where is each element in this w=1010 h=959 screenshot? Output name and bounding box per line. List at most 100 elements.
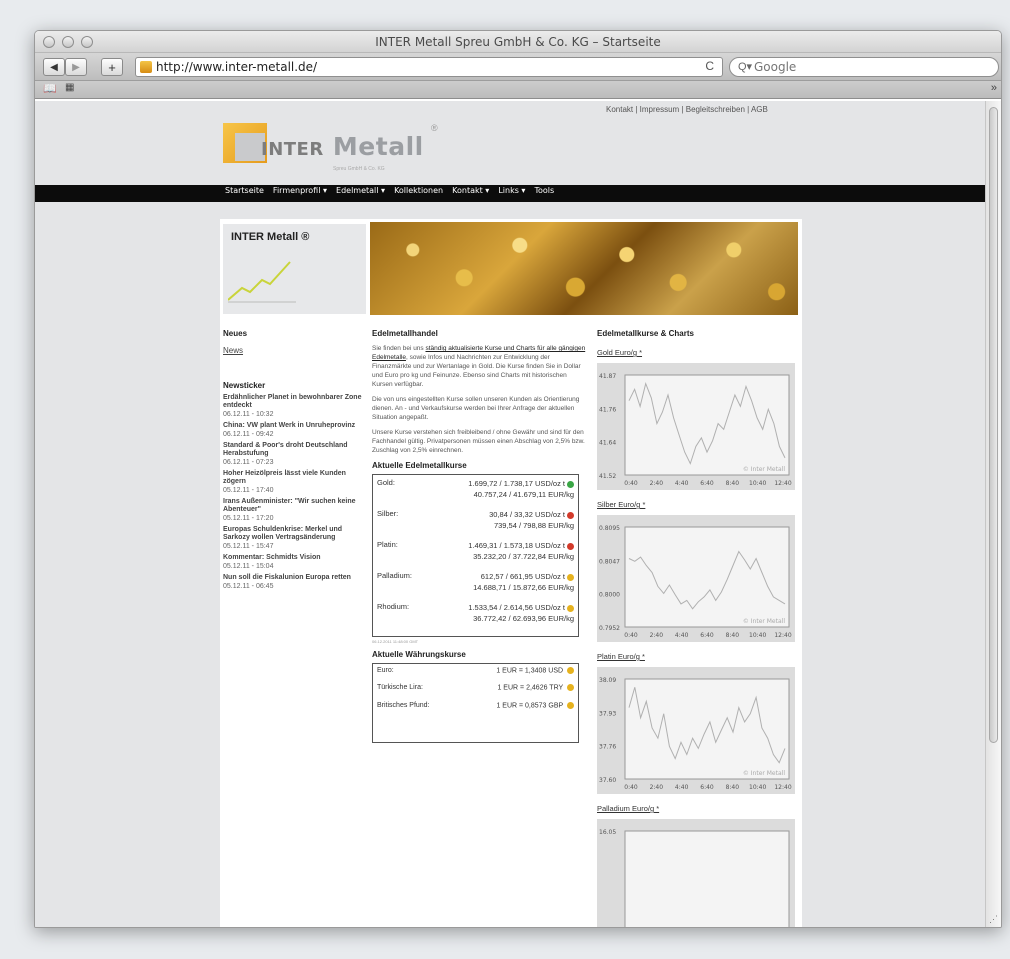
y-tick-label: 0.7952 xyxy=(599,625,620,632)
search-box[interactable]: Q▾ xyxy=(729,57,999,77)
currency-rate: 1 EUR = 2,4626 TRY xyxy=(497,684,564,692)
metal-values: 1.469,31 / 1.573,18 USD/oz t 35.232,20 / … xyxy=(415,540,574,562)
nav-kontakt[interactable]: Kontakt ▾ xyxy=(452,186,489,195)
x-tick-label: 12:40 xyxy=(774,480,791,487)
charts-heading: Edelmetallkurse & Charts xyxy=(597,329,694,338)
prices-heading: Aktuelle Edelmetallkurse xyxy=(372,461,467,470)
charts-list: Gold Euro/g * 41.87 41.76 41.64 41.52 0:40 2:4… xyxy=(597,348,797,927)
x-tick-label: 0:40 xyxy=(624,480,638,487)
price-usd: 30,84 / 33,32 USD/oz t xyxy=(489,510,565,519)
currency-label: Britisches Pfund: xyxy=(377,701,430,709)
nav-tools[interactable]: Tools xyxy=(534,186,554,195)
chart-svg: 38.09 37.93 37.76 37.60 0:40 2:40 4:40 6:40 8:40… xyxy=(599,677,792,791)
news-item-date: 06.12.11 - 10:32 xyxy=(223,411,274,418)
chart-title-link[interactable]: Silber Euro/g * xyxy=(597,500,797,509)
news-item-title[interactable]: Irans Außenminister: "Wir suchen keine A… xyxy=(223,498,363,514)
forward-button[interactable]: ▶ xyxy=(65,58,87,76)
back-button[interactable]: ◀ xyxy=(43,58,65,76)
currency-row: Türkische Lira: 1 EUR = 2,4626 TRY xyxy=(377,684,574,692)
x-tick-label: 10:40 xyxy=(749,480,766,487)
chart-watermark: © Inter Metall xyxy=(743,466,785,473)
metal-label: Silber: xyxy=(377,509,399,518)
top-links[interactable]: Kontakt | Impressum | Begleitschreiben |… xyxy=(606,105,796,115)
news-item-title[interactable]: Hoher Heizölpreis lässt viele Kunden zög… xyxy=(223,470,363,486)
nav-firmenprofil-label: Firmenprofil xyxy=(272,186,321,195)
page-scrollbar[interactable]: ⋰ xyxy=(985,101,1001,927)
logo-text-second: Metall xyxy=(332,132,424,161)
y-tick-label: 0.8000 xyxy=(599,592,620,599)
metal-values: 1.533,54 / 2.614,56 USD/oz t 36.772,42 / … xyxy=(415,602,574,624)
news-item-title[interactable]: Kommentar: Schmidts Vision xyxy=(223,554,363,562)
x-tick-label: 6:40 xyxy=(700,784,714,791)
trend-yellow-icon xyxy=(567,701,574,709)
metal-label: Platin: xyxy=(377,540,398,549)
chart-title-link[interactable]: Palladium Euro/g * xyxy=(597,804,797,813)
trend-yellow-icon xyxy=(567,667,574,674)
bookmarks-book-icon[interactable]: 📖 xyxy=(43,82,57,95)
news-item-title[interactable]: Europas Schuldenkrise: Merkel und Sarkoz… xyxy=(223,526,363,542)
nav-links-label: Links xyxy=(498,186,519,195)
news-item-title[interactable]: Nun soll die Fiskalunion Europa retten xyxy=(223,574,363,582)
y-tick-label: 16.05 xyxy=(599,829,616,836)
chart-watermark: © Inter Metall xyxy=(743,618,785,625)
trend-yellow-icon xyxy=(567,604,574,612)
x-tick-label: 4:40 xyxy=(675,632,689,639)
nav-kollektionen[interactable]: Kollektionen xyxy=(394,186,443,195)
metal-label: Gold: xyxy=(377,478,395,487)
price-chart: 41.87 41.76 41.64 41.52 0:40 2:40 4:40 6:40 8:40… xyxy=(597,363,795,490)
y-tick-label: 37.60 xyxy=(599,777,616,784)
nav-firmenprofil[interactable]: Firmenprofil ▾ xyxy=(273,186,327,195)
trend-red-icon xyxy=(567,511,574,519)
price-row: Palladium: 612,57 / 661,95 USD/oz t 14.688… xyxy=(377,571,574,593)
search-input[interactable] xyxy=(754,60,954,74)
currency-label: Türkische Lira: xyxy=(377,684,423,692)
chart-svg: 0.8095 0.8047 0.8000 0.7952 0:40 2:40 4:40 6:40… xyxy=(599,525,792,639)
main-nav: Startseite Firmenprofil ▾ Edelmetall ▾ K… xyxy=(35,185,987,202)
top-sites-grid-icon[interactable]: ▦ xyxy=(65,82,74,93)
news-link[interactable]: News xyxy=(223,346,363,355)
nav-edelmetall[interactable]: Edelmetall ▾ xyxy=(336,186,385,195)
y-tick-label: 0.8095 xyxy=(599,525,620,532)
brand-tile-title: INTER Metall ® xyxy=(231,231,310,243)
x-tick-label: 8:40 xyxy=(726,632,740,639)
y-tick-label: 38.09 xyxy=(599,677,616,684)
reload-icon[interactable]: C xyxy=(705,59,714,73)
currency-value: 1 EUR = 0,8573 GBP xyxy=(496,701,574,709)
trend-green-icon xyxy=(567,480,574,488)
page-viewport: Kontakt | Impressum | Begleitschreiben |… xyxy=(35,101,987,927)
url-text[interactable]: http://www.inter-metall.de/ xyxy=(156,60,317,74)
address-bar[interactable]: http://www.inter-metall.de/ C xyxy=(135,57,723,77)
chart-title-link[interactable]: Platin Euro/g * xyxy=(597,652,797,661)
news-item-title[interactable]: Standard & Poor's droht Deutschland Hera… xyxy=(223,442,363,458)
nav-links[interactable]: Links ▾ xyxy=(498,186,525,195)
x-tick-label: 6:40 xyxy=(700,480,714,487)
search-icon: Q▾ xyxy=(738,61,753,73)
site-logo[interactable]: INTER Metall ® Spreu GmbH & Co. KG xyxy=(223,117,443,179)
x-tick-label: 8:40 xyxy=(726,784,740,791)
chart-title-link[interactable]: Gold Euro/g * xyxy=(597,348,797,357)
news-item-date: 05.12.11 - 15:04 xyxy=(223,563,274,570)
price-timestamp: 06.12.2011 11:48:00 GMT xyxy=(372,639,419,644)
news-item-title[interactable]: Erdähnlicher Planet in bewohnbarer Zone … xyxy=(223,394,363,410)
resize-grip-icon[interactable]: ⋰ xyxy=(989,914,998,925)
bookmarks-overflow-icon[interactable]: » xyxy=(991,82,997,94)
x-tick-label: 12:40 xyxy=(774,784,791,791)
logo-registered: ® xyxy=(431,123,438,133)
y-tick-label: 41.64 xyxy=(599,440,616,447)
x-tick-label: 4:40 xyxy=(675,480,689,487)
add-bookmark-button[interactable]: + xyxy=(101,58,123,76)
x-tick-label: 8:40 xyxy=(726,480,740,487)
scrollbar-thumb[interactable] xyxy=(989,107,998,743)
edelmetallhandel-heading: Edelmetallhandel xyxy=(372,329,438,338)
price-row: Rhodium: 1.533,54 / 2.614,56 USD/oz t 36.7… xyxy=(377,602,574,624)
price-row: Silber: 30,84 / 33,32 USD/oz t 739,54 / 79… xyxy=(377,509,574,531)
y-tick-label: 37.93 xyxy=(599,710,616,717)
news-item-date: 05.12.11 - 15:47 xyxy=(223,543,274,550)
nav-startseite[interactable]: Startseite xyxy=(225,186,264,195)
metal-prices-box: Gold: 1.699,72 / 1.738,17 USD/oz t 40.757,… xyxy=(372,474,579,637)
y-tick-label: 41.52 xyxy=(599,473,616,480)
nav-kontakt-label: Kontakt xyxy=(452,186,483,195)
news-item-title[interactable]: China: VW plant Werk in Unruheprovinz xyxy=(223,422,363,430)
gold-nuggets-banner xyxy=(370,222,798,315)
price-eur: 14.688,71 / 15.872,66 EUR/kg xyxy=(473,583,574,592)
